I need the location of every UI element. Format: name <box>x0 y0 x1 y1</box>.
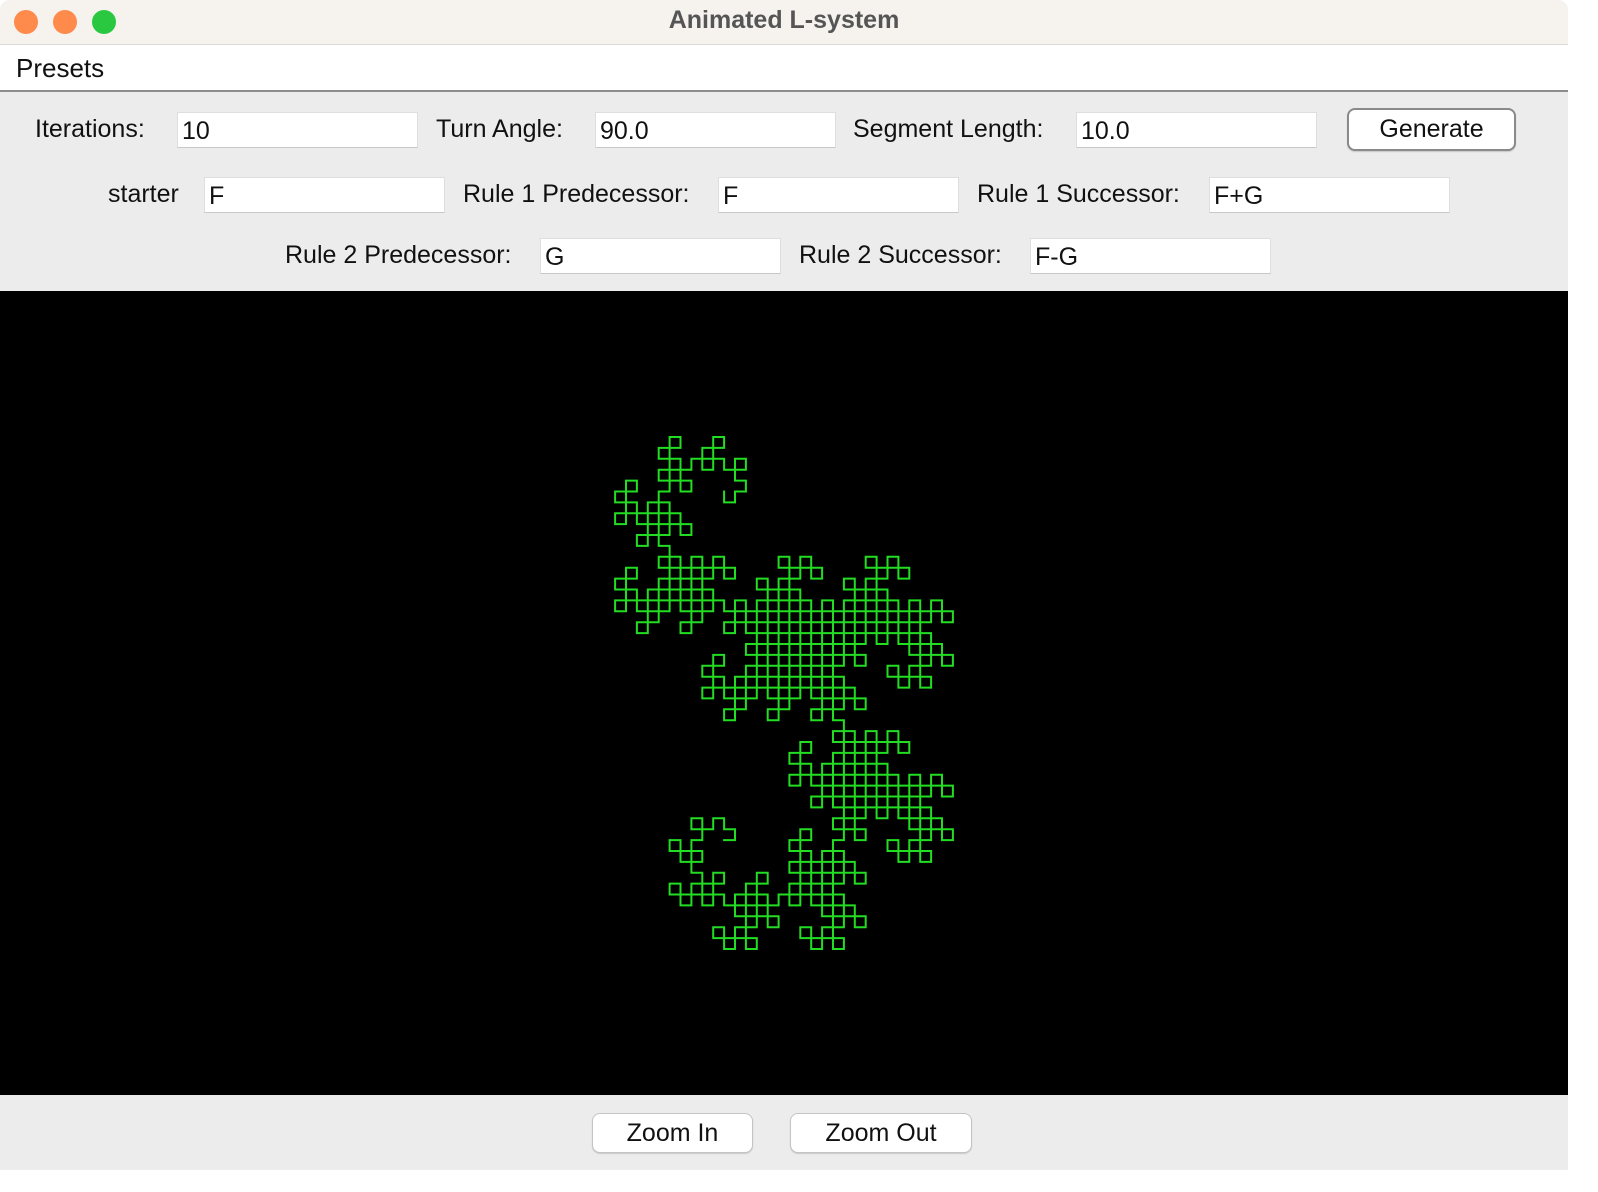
rule2-predecessor-label: Rule 2 Predecessor: <box>285 241 512 269</box>
app-window: Animated L-system Presets Iterations: 10… <box>0 0 1568 1170</box>
dragon-curve-path <box>614 436 954 950</box>
menu-bar: Presets <box>0 45 1568 92</box>
drawing-canvas[interactable] <box>0 291 1568 1095</box>
segment-length-label: Segment Length: <box>853 115 1044 143</box>
lsystem-drawing <box>614 436 954 950</box>
window-title: Animated L-system <box>668 6 900 34</box>
turn-angle-label: Turn Angle: <box>436 115 563 143</box>
parameters-panel: Iterations: 10 Turn Angle: 90.0 Segment … <box>0 92 1568 290</box>
segment-length-input[interactable]: 10.0 <box>1076 112 1317 148</box>
menu-presets[interactable]: Presets <box>16 53 104 84</box>
rule1-successor-label: Rule 1 Successor: <box>977 180 1180 208</box>
iterations-input[interactable]: 10 <box>177 112 418 148</box>
zoom-out-button[interactable]: Zoom Out <box>790 1113 972 1153</box>
starter-label: starter <box>108 180 179 208</box>
iterations-label: Iterations: <box>35 115 145 143</box>
turn-angle-input[interactable]: 90.0 <box>595 112 836 148</box>
zoom-in-button[interactable]: Zoom In <box>592 1113 753 1153</box>
title-bar: Animated L-system <box>0 0 1568 45</box>
rule2-successor-label: Rule 2 Successor: <box>799 241 1002 269</box>
rule1-successor-input[interactable]: F+G <box>1209 177 1450 213</box>
starter-input[interactable]: F <box>204 177 445 213</box>
generate-button[interactable]: Generate <box>1347 108 1516 151</box>
rule1-predecessor-input[interactable]: F <box>718 177 959 213</box>
zoom-toolbar: Zoom In Zoom Out <box>0 1095 1568 1170</box>
rule2-predecessor-input[interactable]: G <box>540 238 781 274</box>
rule1-predecessor-label: Rule 1 Predecessor: <box>463 180 690 208</box>
rule2-successor-input[interactable]: F-G <box>1030 238 1271 274</box>
